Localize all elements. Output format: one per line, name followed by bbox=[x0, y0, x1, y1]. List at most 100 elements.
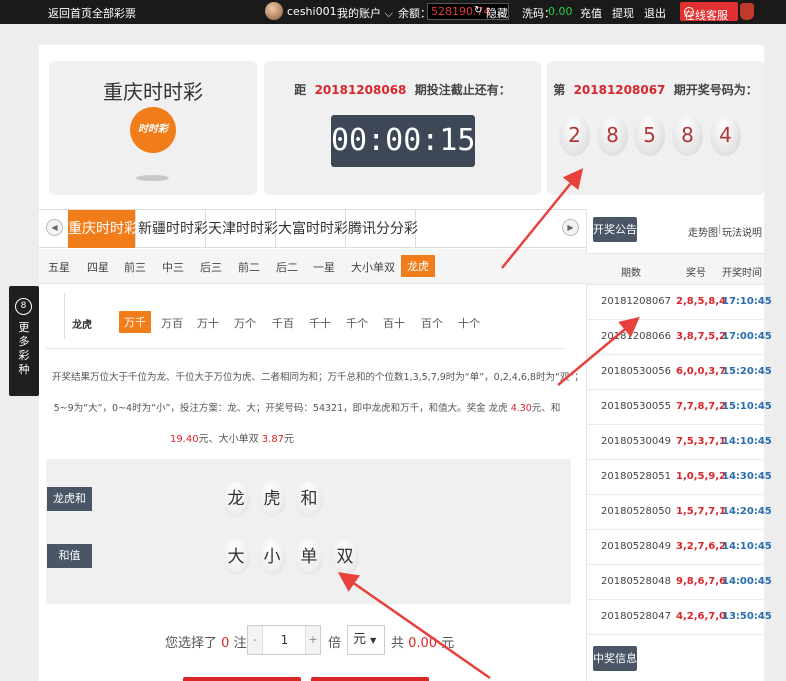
lottery-logo: 时时彩 bbox=[130, 107, 176, 153]
tabs-prev-button[interactable]: ◀ bbox=[46, 219, 63, 236]
subtab-qianer[interactable]: 前二 bbox=[238, 259, 260, 275]
history-row: 20180528048 9,8,6,7,6 14:00:45 bbox=[586, 565, 772, 600]
logout-link[interactable]: 退出 bbox=[644, 5, 666, 21]
odds-he: 19.40 bbox=[169, 434, 199, 445]
quick-bet-button[interactable] bbox=[311, 677, 429, 681]
history-row: 20181208066 3,8,7,5,2 17:00:45 bbox=[586, 320, 772, 355]
multiplier-minus-button[interactable]: - bbox=[248, 626, 263, 654]
countdown-timer: 00:00:15 bbox=[331, 115, 476, 167]
customer-service-button[interactable]: 在线客服 bbox=[680, 2, 738, 22]
hide-balance-button[interactable]: 隐藏 bbox=[486, 5, 508, 21]
position-option[interactable]: 千十 bbox=[309, 315, 331, 331]
withdraw-link[interactable]: 提现 bbox=[612, 5, 634, 21]
countdown-label: 距 20181208068 期投注截止还有： bbox=[294, 83, 511, 97]
history-header: 期数 奖号 开奖时间 bbox=[586, 253, 764, 285]
recharge-link[interactable]: 充值 bbox=[580, 5, 602, 21]
pick-ball-long[interactable]: 龙 bbox=[222, 481, 250, 517]
odds-daxiao: 3.87 bbox=[261, 434, 285, 445]
draw-issue: 20181208067 bbox=[573, 83, 666, 97]
total-label: 共 0.00 元 bbox=[391, 636, 455, 651]
history-row: 20180530055 7,7,8,7,2 15:10:45 bbox=[586, 390, 772, 425]
times-label: 倍 bbox=[328, 636, 342, 651]
history-row: 20180530056 6,0,0,3,7 15:20:45 bbox=[586, 355, 772, 390]
tab-txffc[interactable]: 腾讯分分彩 bbox=[348, 210, 418, 248]
col-code: 奖号 bbox=[686, 268, 706, 279]
countdown-issue: 20181208068 bbox=[314, 83, 407, 97]
history-row: 20181208067 2,8,5,8,4 17:10:45 bbox=[586, 285, 772, 320]
lottery-count-badge: 8 bbox=[15, 298, 32, 315]
top-bar: 返回首页 | 全部彩票 ceshi001 我的账户 ⌵ 余额： 528190.7… bbox=[0, 0, 786, 24]
more-lotteries-float[interactable]: 8 更多彩种 bbox=[9, 286, 39, 396]
my-account-menu[interactable]: 我的账户 ⌵ bbox=[337, 5, 393, 21]
total-amount: 0.00 bbox=[408, 636, 438, 651]
announcement-button[interactable]: 开奖公告 bbox=[593, 217, 637, 242]
subtab-yixing[interactable]: 一星 bbox=[313, 259, 335, 275]
history-row: 20180528051 1,0,5,9,2 14:30:45 bbox=[586, 460, 772, 495]
col-issue: 期数 bbox=[621, 268, 641, 279]
rules-description-line2: 5~9为“大”，0~4时为“小”，投注方案：龙、大；开奖号码：54321，即中龙… bbox=[53, 403, 561, 414]
draw-ball: 8 bbox=[672, 115, 703, 156]
rules-link[interactable]: 玩法说明 bbox=[722, 224, 762, 239]
trend-link[interactable]: 走势图 bbox=[688, 224, 718, 239]
mascot-icon bbox=[740, 3, 754, 20]
draw-label: 第 20181208067 期开奖号码为： bbox=[553, 83, 758, 97]
pick-ball-xiao[interactable]: 小 bbox=[258, 539, 286, 575]
subtab-housan[interactable]: 后三 bbox=[200, 259, 222, 275]
pick-ball-shuang[interactable]: 双 bbox=[331, 539, 359, 575]
subtab-wuxing[interactable]: 五星 bbox=[48, 259, 70, 275]
draw-ball: 5 bbox=[634, 115, 665, 156]
winners-button[interactable]: 中奖信息 bbox=[593, 646, 637, 671]
pick-ball-dan[interactable]: 单 bbox=[295, 539, 323, 575]
tab-tjssc[interactable]: 天津时时彩 bbox=[208, 210, 278, 248]
odds-longhu: 4.30 bbox=[510, 403, 532, 414]
chevron-down-icon: ⌵ bbox=[384, 7, 393, 20]
position-option[interactable]: 万千 bbox=[119, 311, 151, 333]
pick-ball-he[interactable]: 和 bbox=[295, 481, 323, 517]
multiplier-input[interactable]: 1 bbox=[264, 626, 305, 654]
row-label-longhuhe: 龙虎和 bbox=[47, 487, 92, 511]
subtab-longhu[interactable]: 龙虎 bbox=[401, 255, 435, 277]
position-option[interactable]: 千百 bbox=[272, 315, 294, 331]
username: ceshi001 bbox=[287, 5, 337, 18]
subtab-houer[interactable]: 后二 bbox=[276, 259, 298, 275]
subtab-sixing[interactable]: 四星 bbox=[87, 259, 109, 275]
pick-ball-hu[interactable]: 虎 bbox=[258, 481, 286, 517]
rules-description-line3: 19.40元、大小单双 3.87元 bbox=[169, 434, 295, 445]
avatar[interactable] bbox=[265, 2, 283, 20]
position-label: 龙虎 bbox=[72, 320, 92, 331]
position-option[interactable]: 百十 bbox=[383, 315, 405, 331]
position-option[interactable]: 十个 bbox=[458, 315, 480, 331]
draw-ball: 2 bbox=[559, 115, 590, 156]
tabs-next-button[interactable]: ▶ bbox=[562, 219, 579, 236]
position-divider bbox=[64, 293, 65, 339]
subtab-qiansan[interactable]: 前三 bbox=[124, 259, 146, 275]
rules-description-line1: 开奖结果万位大于千位为龙、千位大于万位为虎、二者相同为和；万千总和的个位数1,3… bbox=[52, 372, 584, 383]
all-lotteries-link[interactable]: 全部彩票 bbox=[92, 5, 136, 21]
more-lotteries-label: 更多彩种 bbox=[18, 321, 30, 376]
draw-ball: 4 bbox=[710, 115, 741, 156]
logo-shadow bbox=[136, 175, 169, 181]
position-option[interactable]: 万个 bbox=[234, 315, 256, 331]
draw-ball: 8 bbox=[597, 115, 628, 156]
tab-cqssc[interactable]: 重庆时时彩 bbox=[68, 210, 138, 248]
divider bbox=[46, 348, 564, 349]
history-row: 20180528047 4,2,6,7,0 13:50:45 bbox=[586, 600, 772, 635]
position-option[interactable]: 百个 bbox=[421, 315, 443, 331]
multiplier-plus-button[interactable]: + bbox=[305, 626, 320, 654]
pick-ball-da[interactable]: 大 bbox=[222, 539, 250, 575]
subtab-daxiaodanshuang[interactable]: 大小单双 bbox=[351, 259, 395, 275]
top-separator: | bbox=[86, 5, 90, 18]
links-separator: | bbox=[718, 224, 722, 235]
tab-xjssc[interactable]: 新疆时时彩 bbox=[138, 210, 208, 248]
position-option[interactable]: 千个 bbox=[346, 315, 368, 331]
col-time: 开奖时间 bbox=[722, 268, 762, 279]
subtab-zhongsan[interactable]: 中三 bbox=[162, 259, 184, 275]
tab-dfssc[interactable]: 大富时时彩 bbox=[278, 210, 348, 248]
refresh-icon[interactable]: ↻ bbox=[474, 5, 482, 16]
position-option[interactable]: 万百 bbox=[161, 315, 183, 331]
position-option[interactable]: 万十 bbox=[197, 315, 219, 331]
add-to-slip-button[interactable] bbox=[183, 677, 301, 681]
history-row: 20180528050 1,5,7,7,1 14:20:45 bbox=[586, 495, 772, 530]
wash-value: 0.00 bbox=[548, 5, 573, 18]
unit-select[interactable]: 元 ▼ bbox=[347, 625, 385, 655]
